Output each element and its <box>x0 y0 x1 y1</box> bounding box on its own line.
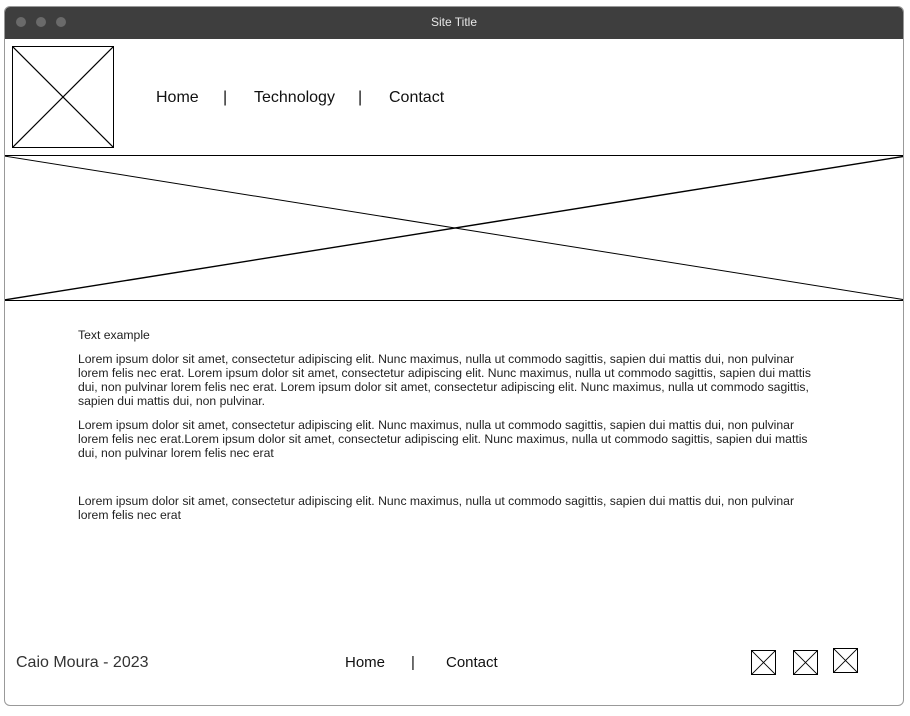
browser-window: Site Title Home | Technology | Contact T… <box>4 6 904 706</box>
footer-home-link[interactable]: Home <box>345 654 385 671</box>
content-paragraph: Lorem ipsum dolor sit amet, consectetur … <box>78 352 811 408</box>
nav-home-link[interactable]: Home <box>156 89 199 107</box>
nav-separator: | <box>223 89 228 106</box>
content-heading: Text example <box>78 328 150 342</box>
social-image-placeholder-icon[interactable] <box>833 648 858 673</box>
window-titlebar: Site Title <box>5 7 903 39</box>
logo-image-placeholder-icon[interactable] <box>12 46 114 148</box>
content-paragraph: Lorem ipsum dolor sit amet, consectetur … <box>78 418 808 460</box>
nav-separator: | <box>358 89 363 106</box>
nav-contact-link[interactable]: Contact <box>389 89 444 107</box>
nav-technology-link[interactable]: Technology <box>254 89 335 107</box>
footer-contact-link[interactable]: Contact <box>446 654 498 671</box>
window-title: Site Title <box>430 15 478 29</box>
social-image-placeholder-icon[interactable] <box>751 650 776 675</box>
footer-separator: | <box>411 654 415 671</box>
footer-copyright: Caio Moura - 2023 <box>16 654 149 671</box>
content-paragraph: Lorem ipsum dolor sit amet, consectetur … <box>78 494 795 522</box>
hero-image-placeholder-icon <box>5 155 903 301</box>
social-image-placeholder-icon[interactable] <box>793 650 818 675</box>
